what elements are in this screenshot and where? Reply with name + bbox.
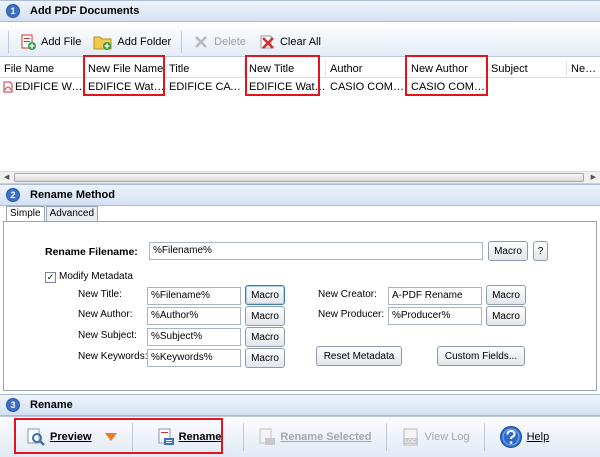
new-title-label: New Title:	[78, 289, 122, 300]
highlight-box-preview-rename	[14, 418, 223, 454]
new-creator-input[interactable]: A-PDF Rename	[388, 287, 482, 305]
rename-selected-button[interactable]: Rename Selected	[250, 423, 379, 451]
clear-all-label: Clear All	[279, 35, 321, 48]
add-folder-button[interactable]: Add Folder	[87, 31, 177, 53]
column-header-author[interactable]: Author	[326, 60, 407, 78]
action-separator	[243, 423, 245, 451]
new-subject-macro-button[interactable]: Macro	[245, 327, 285, 347]
add-file-label: Add File	[41, 35, 82, 48]
action-separator	[385, 423, 387, 451]
highlight-box-new-file-name	[83, 55, 165, 96]
section-title: Rename Method	[30, 189, 115, 201]
new-producer-label: New Producer:	[318, 309, 385, 320]
clear-all-icon	[260, 35, 274, 49]
reset-metadata-button[interactable]: Reset Metadata	[316, 346, 402, 366]
pdf-file-icon	[3, 81, 13, 93]
view-log-label: View Log	[424, 431, 470, 443]
add-folder-label: Add Folder	[117, 35, 172, 48]
add-file-button[interactable]: Add File	[13, 31, 87, 53]
new-creator-macro-button[interactable]: Macro	[486, 285, 526, 305]
column-header-new-subject[interactable]: New Su	[567, 60, 600, 78]
new-producer-input[interactable]: %Producer%	[388, 307, 482, 325]
section-header-rename: 3 Rename	[0, 394, 600, 416]
rename-method-tabs: Simple Advanced	[6, 206, 99, 222]
column-header-subject[interactable]: Subject	[487, 60, 567, 78]
add-folder-icon	[93, 36, 112, 50]
section-number-badge: 2	[6, 188, 20, 202]
rename-filename-macro-button[interactable]: Macro	[488, 241, 528, 261]
log-icon-text: LOG	[405, 439, 416, 445]
new-keywords-macro-button[interactable]: Macro	[245, 348, 285, 368]
section-number-badge: 3	[6, 398, 20, 412]
modify-metadata-label: Modify Metadata	[59, 271, 133, 282]
help-button[interactable]: Help	[491, 423, 558, 451]
new-title-macro-button[interactable]: Macro	[245, 285, 285, 305]
section-title: Add PDF Documents	[30, 5, 140, 17]
new-subject-label: New Subject:	[78, 330, 137, 341]
delete-button[interactable]: Delete	[186, 31, 252, 53]
delete-icon	[195, 35, 208, 48]
view-log-button[interactable]: LOG View Log	[393, 423, 478, 451]
new-title-input[interactable]: %Filename%	[147, 287, 241, 305]
documents-toolbar: Add File Add Folder Delete Clear All	[0, 27, 600, 57]
action-separator	[483, 423, 485, 451]
modify-metadata-checkbox[interactable]: ✓	[45, 272, 56, 283]
new-author-macro-button[interactable]: Macro	[245, 306, 285, 326]
new-keywords-label: New Keywords:	[78, 351, 148, 362]
highlight-box-new-author	[405, 55, 488, 96]
column-header-title[interactable]: Title	[165, 60, 245, 78]
new-author-input[interactable]: %Author%	[147, 307, 241, 325]
column-header-file-name[interactable]: File Name	[0, 60, 84, 78]
scroll-right-icon[interactable]: ▶	[591, 173, 596, 181]
rename-selected-label: Rename Selected	[280, 431, 372, 443]
rename-filename-label: Rename Filename:	[45, 246, 138, 258]
new-subject-input[interactable]: %Subject%	[147, 328, 241, 346]
tab-simple[interactable]: Simple	[6, 206, 45, 222]
cell-title: EDIFICE CATAL...	[169, 81, 245, 93]
help-label: Help	[526, 431, 550, 443]
highlight-box-new-title	[245, 55, 320, 96]
help-question-button[interactable]: ?	[533, 241, 548, 261]
toolbar-grip	[8, 30, 9, 53]
cell-author: CASIO COMPU...	[330, 81, 407, 93]
cell-subject	[487, 78, 567, 96]
section-title: Rename	[30, 399, 73, 411]
cell-file-name-text: EDIFICE Wat...	[15, 81, 84, 93]
rename-selected-icon	[259, 428, 276, 445]
section-header-add-documents: 1 Add PDF Documents	[0, 0, 600, 22]
custom-fields-button[interactable]: Custom Fields...	[437, 346, 525, 366]
clear-all-button[interactable]: Clear All	[252, 31, 327, 53]
cell-file-name: EDIFICE Wat...	[0, 78, 84, 96]
toolbar-separator	[181, 30, 183, 53]
new-producer-macro-button[interactable]: Macro	[486, 306, 526, 326]
new-keywords-input[interactable]: %Keywords%	[147, 349, 241, 367]
delete-label: Delete	[214, 35, 246, 48]
scroll-left-icon[interactable]: ◀	[4, 173, 9, 181]
new-author-label: New Author:	[78, 309, 133, 320]
simple-tab-panel: Rename Filename: %Filename% Macro ? ✓ Mo…	[3, 221, 597, 391]
add-file-icon	[21, 34, 36, 50]
log-icon: LOG	[402, 428, 418, 446]
help-icon	[499, 426, 522, 448]
scrollbar-thumb[interactable]	[14, 173, 584, 182]
tab-advanced[interactable]: Advanced	[45, 206, 99, 221]
rename-filename-input[interactable]: %Filename%	[149, 242, 483, 260]
new-creator-label: New Creator:	[318, 289, 377, 300]
section-number-badge: 1	[6, 4, 20, 18]
horizontal-scrollbar[interactable]: ◀ ▶	[0, 171, 600, 183]
section-header-rename-method: 2 Rename Method	[0, 184, 600, 206]
